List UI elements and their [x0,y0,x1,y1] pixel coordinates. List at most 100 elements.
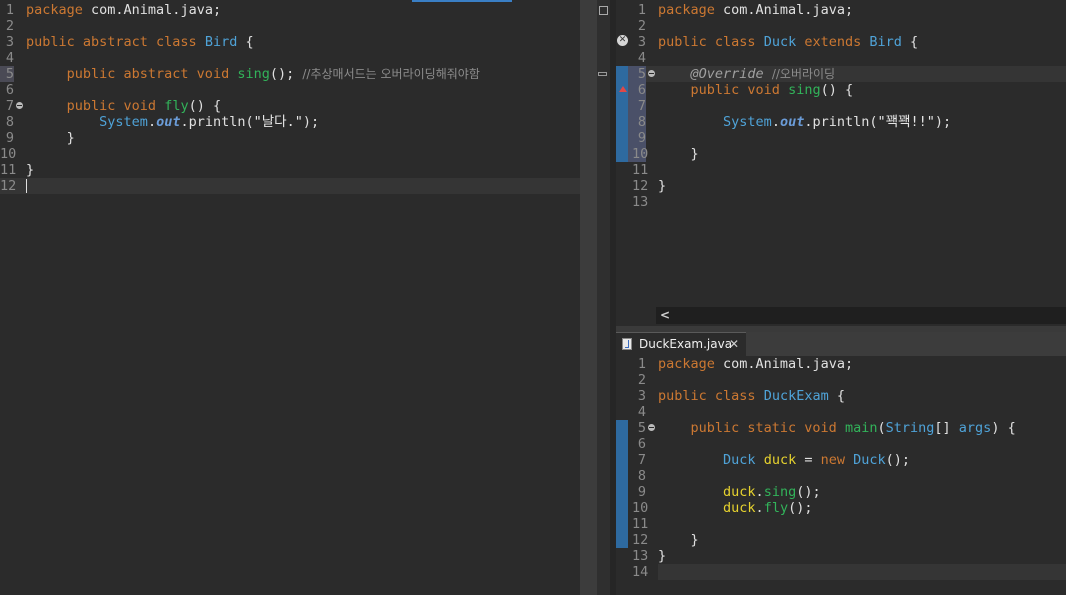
code-line[interactable]: 2 [0,18,580,34]
code-text: public static void main(String[] args) { [658,420,1016,436]
duck-editor-pane[interactable]: ✕ 1 package com.Animal.java; 2 3 public clas… [616,0,1066,326]
duckexam-editor-pane[interactable]: DuckExam.java ✕ 1 package com.Animal.java… [616,332,1066,595]
code-token: "날다." [253,114,303,130]
code-line[interactable]: 1 package com.Animal.java; [616,2,1066,18]
line-number: 12 [0,178,17,194]
code-line[interactable]: 12 [0,178,580,194]
error-marker [599,6,608,15]
code-token: public static void [690,420,837,436]
code-line[interactable]: 5 public abstract void sing(); //추상매서드는 … [0,66,580,82]
code-line[interactable]: 6 [616,436,1066,452]
code-line[interactable]: 14 [616,564,1066,580]
code-line[interactable]: 11} [0,162,580,178]
horizontal-scrollbar[interactable]: < [656,307,1066,324]
code-token: fly [763,500,789,516]
line-number: 7 [5,98,14,114]
code-token: (); [269,66,303,82]
code-line[interactable]: 9 } [0,130,580,146]
code-line[interactable]: 5 @Override //오버라이딩 [616,66,1066,82]
code-line[interactable]: 6 public void sing() { [616,82,1066,98]
code-token: } [658,146,699,162]
code-line[interactable]: 10 } [616,146,1066,162]
code-token: package [26,2,83,18]
code-token: { [901,34,919,50]
code-line[interactable]: 2 [616,18,1066,34]
code-token: out [156,114,181,130]
code-token: { [828,388,845,404]
code-line[interactable]: 3 public class Duck extends Bird { [616,34,1066,50]
line-number: 12 [632,532,649,548]
code-token: @Override [690,66,764,82]
close-icon[interactable]: ✕ [729,333,739,356]
code-token: String [885,420,935,436]
code-line[interactable]: 1 package com.Animal.java; [0,2,580,18]
code-line[interactable]: 2 [616,372,1066,388]
line-number: 9 [637,484,646,500]
line-number: 10 [632,146,649,162]
code-line[interactable]: 6 [0,82,580,98]
fold-collapse-icon[interactable] [648,424,655,431]
line-number: 5 [637,420,646,436]
scroll-left-icon[interactable]: < [660,307,670,324]
tab-duckexam[interactable]: DuckExam.java ✕ [616,332,746,356]
code-text: duck.sing(); [658,484,821,500]
line-number: 7 [637,98,646,114]
code-token: public abstract void [66,66,230,82]
code-line[interactable]: 8 System.out.println("날다."); [0,114,580,130]
code-line[interactable]: 10 [0,146,580,162]
line-number: 4 [5,50,14,66]
bird-editor-pane[interactable]: 1 package com.Animal.java; 2 3 public abstra… [0,0,580,595]
code-text: package com.Animal.java; [658,356,853,372]
java-file-icon [622,338,632,350]
code-line[interactable]: 4 [616,404,1066,420]
code-line[interactable]: 8 [616,468,1066,484]
code-line[interactable]: 7 public void fly() { [0,98,580,114]
line-number: 3 [637,34,646,50]
code-token: extends [804,34,862,50]
code-line[interactable]: 5 public static void main(String[] args)… [616,420,1066,436]
fold-collapse-icon[interactable] [16,102,23,109]
code-token: duck [763,452,797,468]
code-line[interactable]: 12 } [616,532,1066,548]
line-number: 2 [637,372,646,388]
code-line[interactable]: 11 [616,516,1066,532]
code-text: } [658,178,666,194]
code-line[interactable]: 3 public class DuckExam { [616,388,1066,404]
code-token: ( [877,420,886,436]
code-line[interactable]: 7 Duck duck = new Duck(); [616,452,1066,468]
code-line[interactable]: 4 [616,50,1066,66]
fold-collapse-icon[interactable] [648,70,655,77]
code-token: (); [796,484,821,500]
code-line[interactable]: 13 [616,194,1066,210]
code-line[interactable]: 9 duck.sing(); [616,484,1066,500]
code-line[interactable]: 11 [616,162,1066,178]
code-token: [] [934,420,959,436]
code-line[interactable]: 13} [616,548,1066,564]
code-line[interactable]: 7 [616,98,1066,114]
code-text: public void fly() { [26,98,221,114]
code-text: } [26,130,75,146]
code-line[interactable]: 8 System.out.println("꽥꽥!!"); [616,114,1066,130]
code-token: Bird [869,34,902,50]
bird-editor-scrollbar[interactable] [580,0,597,595]
code-token: duck [723,484,756,500]
code-line[interactable]: 1 package com.Animal.java; [616,356,1066,372]
line-number: 4 [637,404,646,420]
code-token: } [658,548,667,564]
code-line[interactable]: 4 [0,50,580,66]
code-line[interactable]: 12} [616,178,1066,194]
code-text: package com.Animal.java; [658,2,853,18]
code-token: package [658,356,715,372]
line-number: 11 [632,516,649,532]
code-line[interactable]: 3 public abstract class Bird { [0,34,580,50]
code-line[interactable]: 10 duck.fly(); [616,500,1066,516]
code-token: () { [820,82,854,98]
code-line[interactable]: 9 [616,130,1066,146]
